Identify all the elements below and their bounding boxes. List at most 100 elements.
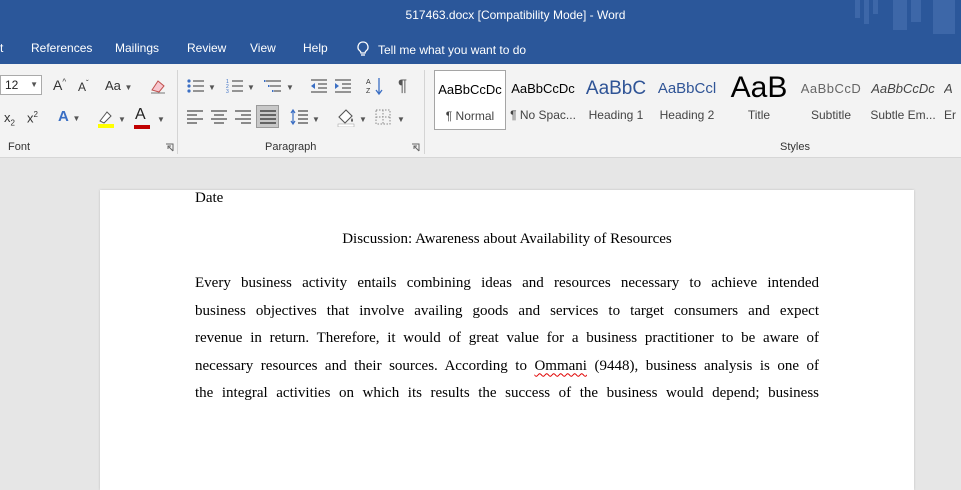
paragraph-line-segment: necessary resources and their sources. A… bbox=[195, 357, 527, 374]
font-size-value: 12 bbox=[5, 78, 19, 92]
svg-text:3: 3 bbox=[226, 89, 229, 94]
misspelled-word[interactable]: Ommani bbox=[534, 358, 587, 374]
paragraph-line-segment: (9448), business analysis is one of bbox=[594, 357, 819, 374]
style-sample: AaBbCcDc bbox=[511, 81, 575, 96]
style-sample: AaBbCcDc bbox=[871, 81, 935, 96]
styles-group-label: Styles bbox=[780, 141, 810, 153]
font-size-box[interactable]: 12 ▼ bbox=[0, 75, 42, 95]
chevron-down-icon[interactable]: ▼ bbox=[247, 83, 255, 92]
grow-font-button[interactable]: A^ bbox=[53, 77, 66, 93]
chevron-down-icon[interactable]: ▼ bbox=[397, 115, 405, 124]
title-bar-decoration bbox=[855, 0, 955, 34]
svg-text:A: A bbox=[366, 79, 371, 86]
lightbulb-icon bbox=[357, 41, 369, 56]
tab-home[interactable]: t bbox=[0, 41, 3, 55]
window-title: 517463.docx [Compatibility Mode] - Word bbox=[405, 8, 626, 22]
chevron-down-icon[interactable]: ▼ bbox=[312, 115, 320, 124]
style-name: Heading 1 bbox=[588, 108, 644, 122]
borders-icon[interactable] bbox=[375, 109, 391, 125]
style-name: Heading 2 bbox=[659, 108, 715, 122]
highlighter-icon[interactable] bbox=[96, 108, 116, 128]
paragraph-group-label: Paragraph bbox=[265, 141, 317, 153]
style-heading-1[interactable]: AaBbC Heading 1 bbox=[583, 70, 649, 130]
style-normal[interactable]: AaBbCcDc ¶ Normal bbox=[434, 70, 506, 130]
font-group-label: Font bbox=[8, 141, 31, 153]
paragraph-line: business objectives that involve availin… bbox=[195, 302, 819, 319]
style-sample: AaBbC bbox=[585, 78, 647, 99]
justify-button[interactable] bbox=[256, 105, 279, 128]
subscript-button[interactable]: x2 bbox=[4, 110, 15, 128]
change-case-button[interactable]: Aa ▼ bbox=[105, 78, 132, 93]
document-heading[interactable]: Discussion: Awareness about Availability… bbox=[100, 231, 914, 248]
body-paragraph[interactable]: Every business activity entails combinin… bbox=[195, 270, 819, 408]
document-page[interactable]: Date Discussion: Awareness about Availab… bbox=[100, 190, 914, 490]
chevron-down-icon[interactable]: ▼ bbox=[208, 83, 216, 92]
increase-indent-icon[interactable] bbox=[334, 78, 352, 94]
multilevel-list-icon[interactable] bbox=[264, 78, 282, 94]
chevron-down-icon: ▼ bbox=[72, 114, 81, 123]
style-heading-2[interactable]: AaBbCcl Heading 2 bbox=[654, 70, 720, 130]
style-name: Subtitle bbox=[810, 108, 852, 122]
style-sample: AaBbCcl bbox=[657, 80, 717, 97]
dialog-launcher-icon[interactable] bbox=[411, 143, 420, 152]
tab-view[interactable]: View bbox=[250, 41, 276, 55]
sort-icon[interactable]: A Z bbox=[366, 76, 384, 96]
svg-text:Z: Z bbox=[366, 88, 371, 95]
paragraph-line: revenue in return. Therefore, it would o… bbox=[195, 330, 819, 346]
style-sample: AaBbCcD bbox=[800, 81, 862, 96]
show-formatting-marks-icon[interactable]: ¶ bbox=[398, 76, 407, 96]
style-name: Title bbox=[747, 108, 771, 122]
align-center-icon[interactable] bbox=[211, 110, 227, 124]
style-no-spacing[interactable]: AaBbCcDc ¶ No Spac... bbox=[510, 70, 576, 130]
text-effects-icon[interactable]: A ▼ bbox=[58, 108, 80, 125]
date-line[interactable]: Date bbox=[195, 190, 223, 207]
dialog-launcher-icon[interactable] bbox=[165, 143, 174, 152]
group-divider bbox=[424, 70, 425, 154]
justify-icon bbox=[260, 110, 276, 124]
styles-gallery: AaBbCcDc ¶ Normal AaBbCcDc ¶ No Spac... … bbox=[434, 70, 961, 132]
tell-me-label: Tell me what you want to do bbox=[378, 43, 527, 57]
chevron-down-icon[interactable]: ▼ bbox=[157, 115, 165, 124]
font-color-icon[interactable]: A bbox=[135, 106, 146, 124]
chevron-down-icon[interactable]: ▼ bbox=[30, 76, 38, 94]
chevron-down-icon[interactable]: ▼ bbox=[118, 115, 126, 124]
style-subtitle[interactable]: AaBbCcD Subtitle bbox=[796, 70, 866, 130]
paragraph-line: the integral activities on which its res… bbox=[195, 385, 819, 401]
superscript-button[interactable]: x2 bbox=[27, 110, 38, 125]
align-left-icon[interactable] bbox=[187, 110, 203, 124]
line-spacing-icon[interactable] bbox=[290, 108, 308, 126]
paragraph-line: necessary resources and their sources. A… bbox=[195, 353, 819, 381]
style-name: Subtle Em... bbox=[870, 108, 936, 122]
tab-references[interactable]: References bbox=[31, 41, 92, 55]
font-color-swatch bbox=[134, 125, 150, 129]
numbering-icon[interactable]: 123 bbox=[226, 78, 244, 94]
tell-me-search[interactable]: Tell me what you want to do bbox=[356, 41, 526, 57]
tab-help[interactable]: Help bbox=[303, 41, 328, 55]
style-name: ¶ Normal bbox=[445, 109, 495, 123]
chevron-down-icon[interactable]: ▼ bbox=[359, 115, 367, 124]
shrink-font-button[interactable]: Aˇ bbox=[78, 79, 89, 94]
ribbon: 12 ▼ A^ Aˇ Aa ▼ x2 x2 A ▼ ▼ A ▼ Font ▼ 1… bbox=[0, 64, 961, 158]
paragraph-line: Every business activity entails combinin… bbox=[195, 275, 819, 291]
group-divider bbox=[177, 70, 178, 154]
style-sample: AaB bbox=[730, 71, 788, 104]
align-right-icon[interactable] bbox=[235, 110, 251, 124]
style-name: Er bbox=[944, 108, 956, 122]
chevron-down-icon[interactable]: ▼ bbox=[286, 83, 294, 92]
tab-mailings[interactable]: Mailings bbox=[115, 41, 159, 55]
document-canvas[interactable]: Date Discussion: Awareness about Availab… bbox=[0, 158, 961, 490]
style-subtle-emphasis[interactable]: AaBbCcDc Subtle Em... bbox=[870, 70, 936, 130]
chevron-down-icon: ▼ bbox=[124, 83, 133, 92]
title-bar: 517463.docx [Compatibility Mode] - Word bbox=[0, 0, 961, 34]
ribbon-tabs: t References Mailings Review View Help T… bbox=[0, 34, 961, 64]
clear-formatting-icon[interactable] bbox=[149, 78, 167, 94]
style-name: ¶ No Spac... bbox=[510, 108, 576, 122]
tab-review[interactable]: Review bbox=[187, 41, 226, 55]
decrease-indent-icon[interactable] bbox=[310, 78, 328, 94]
style-sample: A bbox=[944, 81, 953, 96]
bullets-icon[interactable] bbox=[187, 78, 205, 94]
style-sample: AaBbCcDc bbox=[438, 82, 502, 97]
shading-icon[interactable] bbox=[336, 107, 356, 127]
style-emphasis[interactable]: A Er bbox=[944, 70, 961, 130]
style-title[interactable]: AaB Title bbox=[726, 70, 792, 130]
